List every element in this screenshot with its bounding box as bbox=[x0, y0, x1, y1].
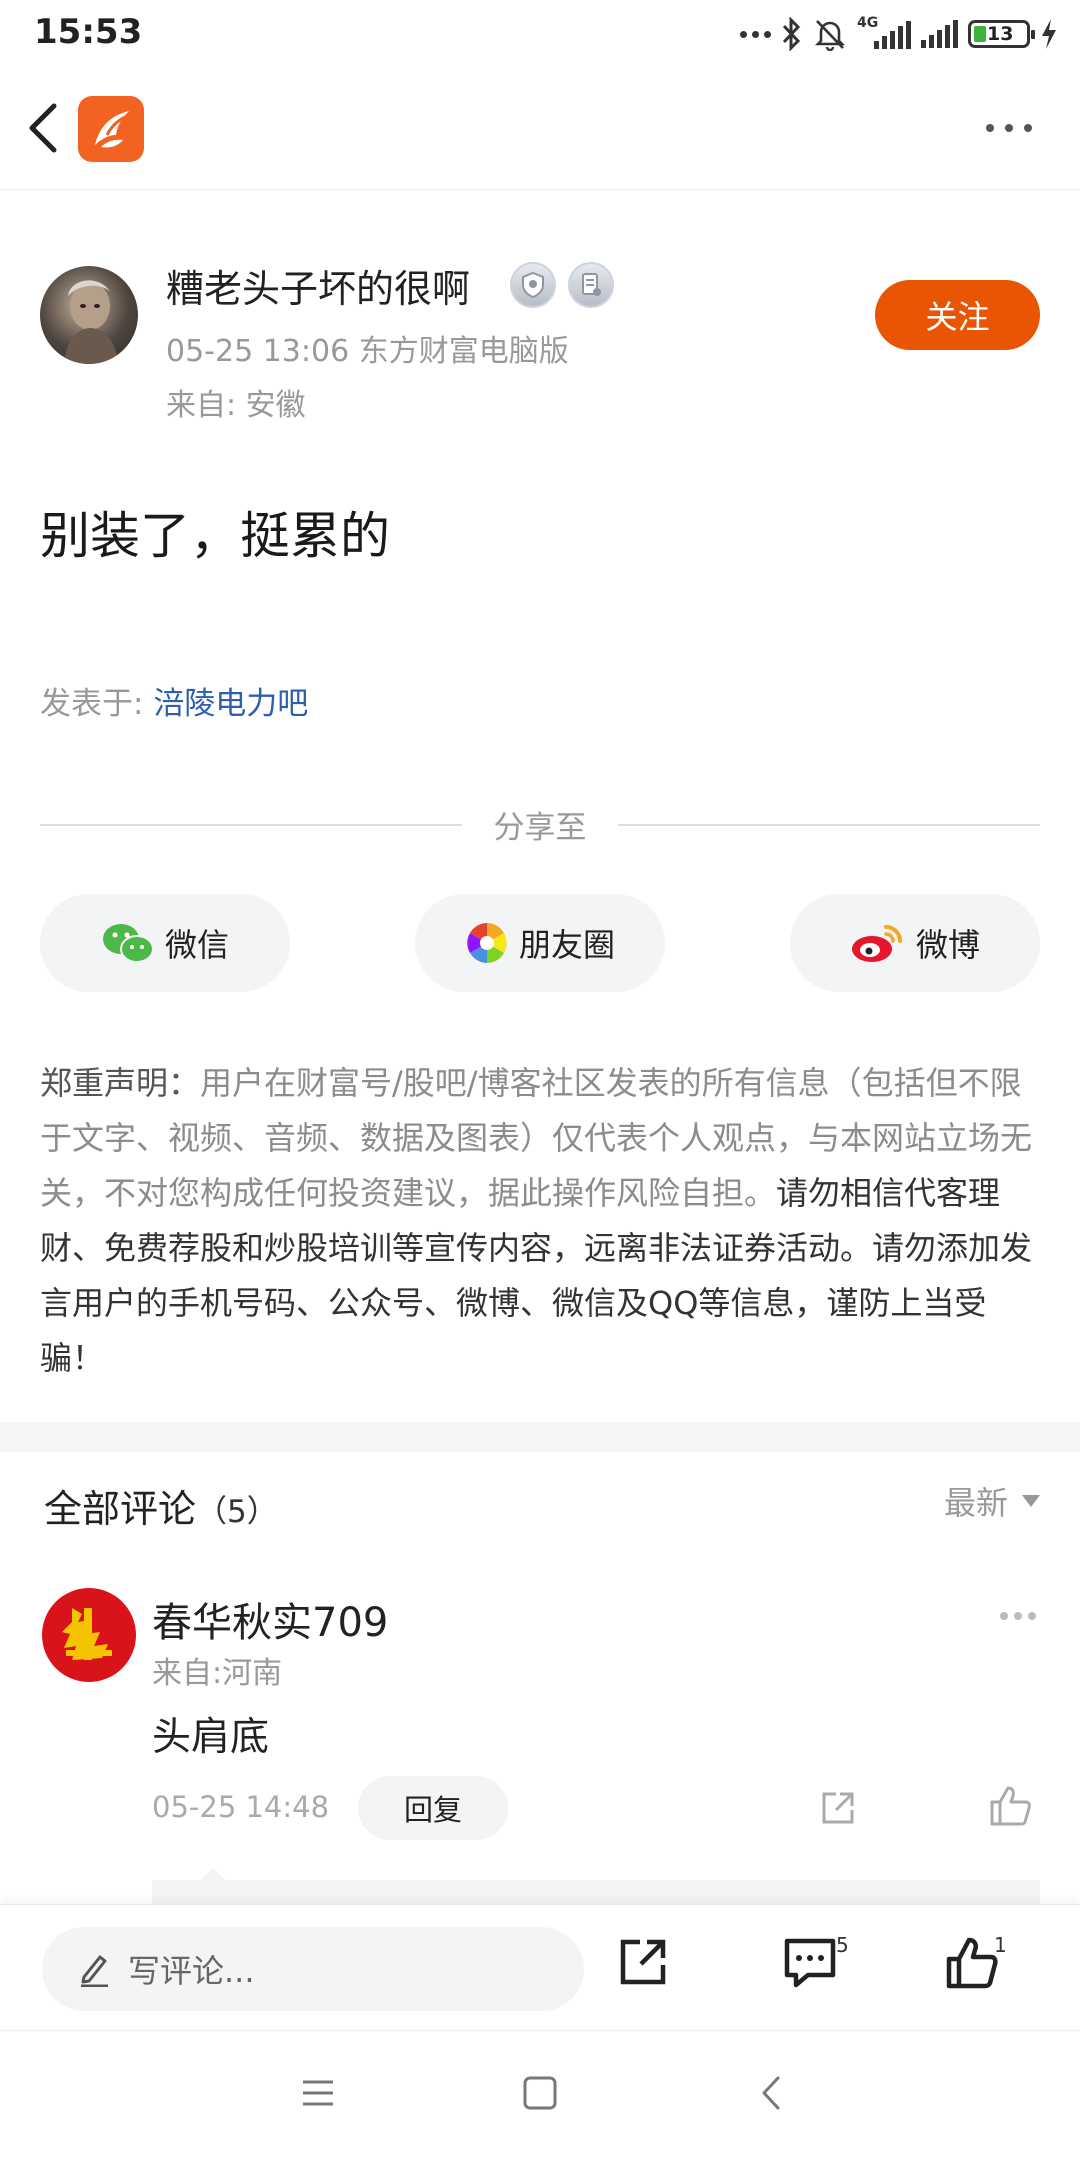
system-navigation-bar bbox=[0, 2030, 1080, 2160]
disclaimer-lead: 郑重声明： bbox=[40, 1064, 201, 1102]
author-location: 来自: 安徽 bbox=[166, 388, 306, 423]
posted-in: 发表于: 涪陵电力吧 bbox=[40, 678, 308, 723]
post-datetime-source: 05-25 13:06 东方财富电脑版 bbox=[166, 334, 569, 369]
write-comment-placeholder: 写评论... bbox=[128, 1952, 255, 1990]
sort-label: 最新 bbox=[943, 1484, 1008, 1522]
commenter-name[interactable]: 春华秋实709 bbox=[152, 1590, 388, 1648]
bluetooth-icon bbox=[782, 17, 801, 51]
author-badges bbox=[510, 262, 614, 308]
more-options-icon[interactable] bbox=[986, 124, 1032, 132]
author-avatar-image bbox=[64, 280, 118, 364]
signal-4g-icon: 4G bbox=[857, 15, 911, 49]
weibo-icon bbox=[851, 925, 902, 962]
comment-icon[interactable] bbox=[782, 1935, 838, 1991]
author-avatar[interactable] bbox=[40, 266, 138, 364]
share-icon[interactable] bbox=[616, 1935, 670, 1989]
dropdown-triangle-icon bbox=[1022, 1495, 1040, 1507]
sort-dropdown[interactable]: 最新 bbox=[944, 1478, 1040, 1524]
home-icon[interactable] bbox=[522, 2075, 558, 2111]
post-content: 别装了，挺累的 bbox=[40, 507, 390, 565]
app-logo bbox=[78, 96, 144, 162]
posted-in-label: 发表于: bbox=[40, 686, 144, 722]
share-weibo-button[interactable]: 微博 bbox=[790, 894, 1040, 992]
status-icons: 4G 13 bbox=[740, 14, 1058, 54]
share-moments-label: 朋友圈 bbox=[518, 926, 615, 964]
comment-like-icon[interactable] bbox=[988, 1784, 1032, 1828]
disclaimer: 郑重声明：用户在财富号/股吧/博客社区发表的所有信息（包括但不限于文字、视频、音… bbox=[40, 1056, 1050, 1386]
author-name[interactable]: 糟老头子坏的很啊 bbox=[166, 258, 470, 313]
section-separator bbox=[0, 1422, 1080, 1452]
app-logo-icon bbox=[95, 111, 129, 148]
back-arrow-icon[interactable] bbox=[24, 102, 64, 154]
forum-link[interactable]: 涪陵电力吧 bbox=[153, 686, 308, 722]
commenter-location: 来自:河南 bbox=[152, 1656, 283, 1691]
follow-button[interactable]: 关注 bbox=[875, 280, 1040, 350]
document-badge-icon bbox=[568, 262, 614, 308]
wechat-icon bbox=[102, 924, 154, 963]
comments-count: （5） bbox=[196, 1494, 278, 1530]
share-wechat-label: 微信 bbox=[164, 926, 229, 964]
charging-icon bbox=[1042, 19, 1056, 49]
write-comment-input[interactable]: 写评论... bbox=[42, 1927, 584, 2011]
comment-share-icon[interactable] bbox=[818, 1788, 858, 1828]
pencil-icon bbox=[81, 1955, 108, 1987]
shield-badge-icon bbox=[510, 262, 556, 308]
mute-bell-icon bbox=[814, 20, 846, 51]
share-title: 分享至 bbox=[493, 810, 587, 846]
comment-count-badge: 5 bbox=[836, 1933, 849, 1957]
comment-time: 05-25 14:48 bbox=[152, 1790, 330, 1824]
more-notifications-icon bbox=[740, 30, 771, 38]
comments-title: 全部评论 bbox=[44, 1487, 197, 1531]
comment-text: 头肩底 bbox=[152, 1715, 270, 1760]
share-weibo-label: 微博 bbox=[915, 926, 980, 964]
signal-icon bbox=[921, 20, 958, 48]
sub-replies-box bbox=[152, 1880, 1040, 1904]
share-divider: 分享至 bbox=[40, 800, 1040, 846]
comment-more-icon[interactable] bbox=[1000, 1612, 1036, 1620]
share-wechat-button[interactable]: 微信 bbox=[40, 894, 290, 992]
battery-level: 13 bbox=[987, 23, 1014, 45]
share-moments-button[interactable]: 朋友圈 bbox=[415, 894, 665, 992]
commenter-avatar-image bbox=[62, 1608, 112, 1660]
bottom-action-bar: 写评论... 5 1 bbox=[0, 1904, 1080, 2030]
status-bar: 15:53 4G 13 bbox=[0, 0, 1080, 66]
reply-button[interactable]: 回复 bbox=[358, 1776, 508, 1840]
top-nav-bar bbox=[0, 66, 1080, 190]
like-icon[interactable] bbox=[944, 1935, 1000, 1991]
menu-icon[interactable] bbox=[300, 2075, 336, 2111]
moments-icon bbox=[467, 923, 507, 963]
status-time: 15:53 bbox=[34, 12, 143, 52]
battery-icon: 13 bbox=[968, 20, 1035, 48]
commenter-avatar[interactable] bbox=[42, 1588, 136, 1682]
comments-header: 全部评论（5） bbox=[44, 1478, 278, 1533]
system-back-icon[interactable] bbox=[754, 2075, 790, 2111]
like-count-badge: 1 bbox=[994, 1933, 1007, 1957]
